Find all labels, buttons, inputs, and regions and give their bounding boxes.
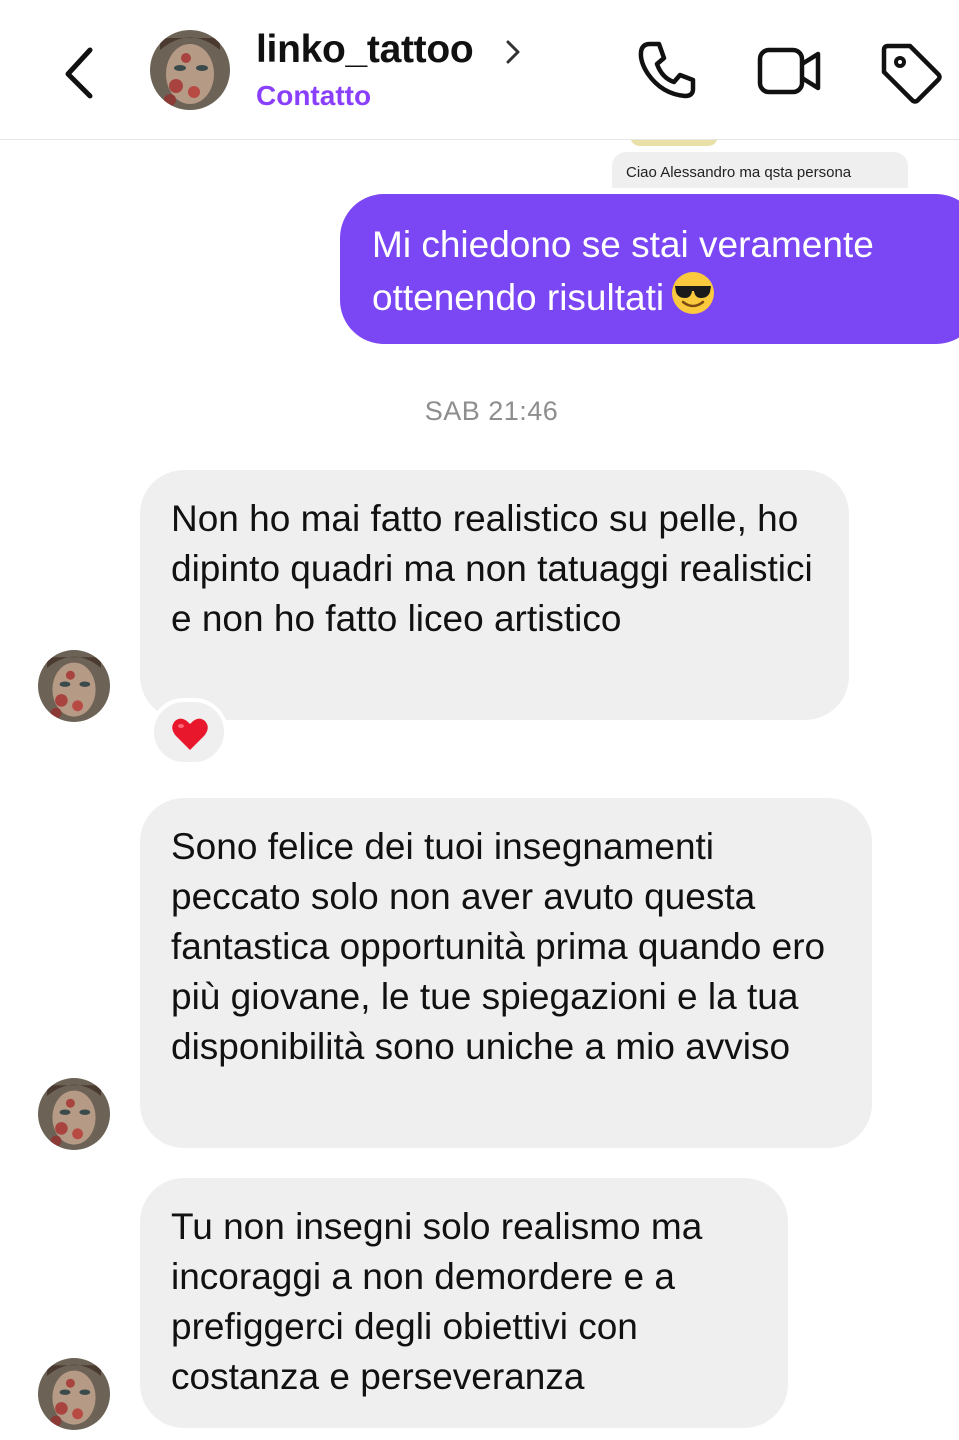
chevron-left-icon <box>65 47 93 99</box>
back-button[interactable] <box>52 40 106 104</box>
avatar-portrait-icon <box>38 1358 110 1430</box>
shared-post-preview[interactable]: Ciao Alessandro ma qsta persona <box>612 152 908 188</box>
message-reaction[interactable] <box>150 698 228 766</box>
incoming-message-text: Tu non insegni solo realismo ma incoragg… <box>171 1206 703 1397</box>
profile-chevron[interactable] <box>500 36 526 68</box>
contact-username[interactable]: linko_tattoo <box>256 28 474 72</box>
red-heart-icon <box>172 718 208 750</box>
phone-icon <box>638 41 696 99</box>
incoming-message-text: Non ho mai fatto realistico su pelle, ho… <box>171 498 813 639</box>
incoming-message-bubble[interactable]: Non ho mai fatto realistico su pelle, ho… <box>140 470 849 720</box>
incoming-message-bubble[interactable]: Sono felice dei tuoi insegnamenti peccat… <box>140 798 872 1148</box>
incoming-message-bubble[interactable]: Tu non insegni solo realismo ma incoragg… <box>140 1178 788 1428</box>
outgoing-message-bubble[interactable]: Mi chiedono se stai veramente ottenendo … <box>340 194 959 344</box>
sunglasses-emoji-icon <box>670 270 716 316</box>
call-button[interactable] <box>632 36 702 106</box>
message-timestamp: SAB 21:46 <box>424 396 559 426</box>
avatar-portrait-icon <box>38 1078 110 1150</box>
video-call-button[interactable] <box>754 36 824 106</box>
contact-subtitle: Contatto <box>256 80 372 111</box>
video-camera-icon <box>757 47 821 95</box>
sender-avatar[interactable] <box>38 650 110 722</box>
avatar-portrait-icon <box>150 30 230 110</box>
chat-header: linko_tattoo Contatto <box>0 0 959 140</box>
sender-avatar[interactable] <box>38 1078 110 1150</box>
chevron-right-icon <box>506 40 520 64</box>
outgoing-message-text: Mi chiedono se stai veramente ottenendo … <box>372 224 874 318</box>
incoming-message-text: Sono felice dei tuoi insegnamenti peccat… <box>171 826 826 1067</box>
tag-icon <box>881 43 942 104</box>
shared-post-preview-text: Ciao Alessandro ma qsta persona <box>626 164 852 181</box>
label-button[interactable] <box>876 36 946 106</box>
sender-avatar[interactable] <box>38 1358 110 1430</box>
avatar-portrait-icon <box>38 650 110 722</box>
contact-avatar[interactable] <box>150 30 230 110</box>
